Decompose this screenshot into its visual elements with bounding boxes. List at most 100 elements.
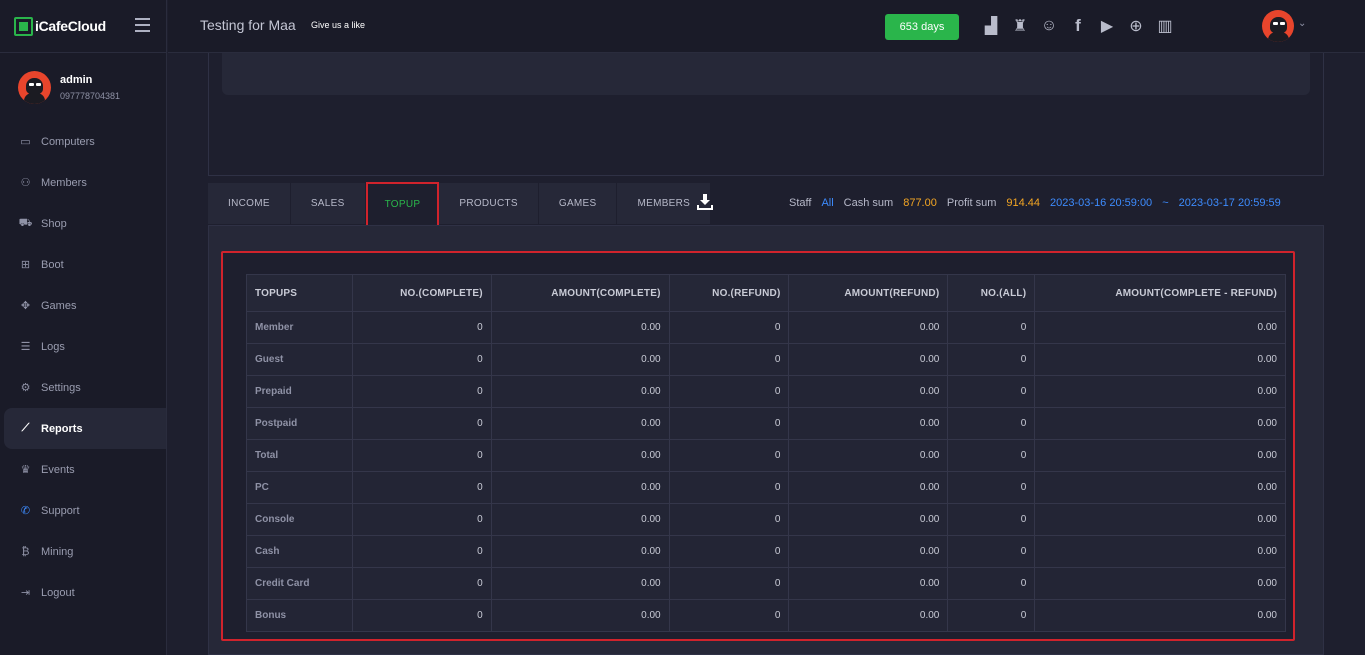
bitcoin-icon: ₿ <box>21 545 30 558</box>
sidebar-item-support[interactable]: ✆ Support <box>0 490 166 531</box>
avatar <box>18 70 51 104</box>
table-cell: 0 <box>351 439 492 472</box>
table-cell: 0 <box>351 503 492 536</box>
date-from[interactable]: 2023-03-16 20:59:00 <box>1050 197 1152 209</box>
date-to[interactable]: 2023-03-17 20:59:59 <box>1179 197 1281 209</box>
report-summary: Staff All Cash sum 877.00 Profit sum 914… <box>789 197 1291 209</box>
row-label: Console <box>246 503 353 536</box>
table-cell: 0.00 <box>788 471 949 504</box>
table-cell: 0 <box>947 535 1036 568</box>
windows-icon: ⊞ <box>20 259 31 271</box>
row-label: Cash <box>246 535 353 568</box>
user-profile: admin 097778704381 <box>0 53 166 121</box>
sidebar-item-mining[interactable]: ₿ Mining <box>0 531 166 572</box>
license-days-button[interactable]: 653 days <box>885 14 959 40</box>
table-cell: 0 <box>947 599 1036 632</box>
table-cell: 0.00 <box>788 439 949 472</box>
download-icon[interactable] <box>697 194 713 210</box>
table-cell: 0 <box>668 567 790 600</box>
sidebar-item-label: Computers <box>41 135 95 148</box>
table-cell: 0 <box>668 439 790 472</box>
sidebar-item-boot[interactable]: ⊞ Boot <box>0 244 166 285</box>
chart-line-icon: ⟋ <box>21 422 30 434</box>
table-cell: 0 <box>947 311 1036 344</box>
row-label: Total <box>246 439 353 472</box>
table-cell: 0 <box>947 503 1036 536</box>
top-avatar[interactable] <box>1262 10 1294 42</box>
table-cell: 0.00 <box>788 311 949 344</box>
table-cell: 0.00 <box>788 407 949 440</box>
table-row: Cash 0 0.00 0 0.00 0 0.00 <box>246 535 1286 568</box>
sidebar-item-logs[interactable]: ☰ Logs <box>0 326 166 367</box>
phone-icon: ✆ <box>20 505 31 517</box>
table-cell: 0 <box>351 471 492 504</box>
table-cell: 0 <box>947 407 1036 440</box>
chart-area <box>222 53 1310 95</box>
table-cell: 0 <box>351 599 492 632</box>
table-cell: 0.00 <box>1034 503 1286 536</box>
staff-filter[interactable]: All <box>821 197 833 209</box>
table-cell: 0.00 <box>788 567 949 600</box>
facebook-icon[interactable]: f <box>1068 16 1088 36</box>
tab-topup[interactable]: TOPUP <box>365 182 440 227</box>
sidebar-item-settings[interactable]: ⚙ Settings <box>0 367 166 408</box>
tab-products[interactable]: PRODUCTS <box>439 183 539 224</box>
table-cell: 0 <box>351 375 492 408</box>
top-bar: Testing for Maa Give us a like 653 days … <box>168 0 1365 53</box>
hamburger-menu-icon[interactable] <box>135 18 150 32</box>
table-cell: 0.00 <box>490 599 670 632</box>
report-tabs: INCOME SALES TOPUP PRODUCTS GAMES MEMBER… <box>208 182 712 227</box>
users-icon: ⚇ <box>20 177 31 189</box>
sidebar-item-shop[interactable]: ⛟ Shop <box>0 203 166 244</box>
give-like-link[interactable]: Give us a like <box>311 20 365 30</box>
sidebar-item-computers[interactable]: ▭ Computers <box>0 121 166 162</box>
table-cell: 0 <box>947 343 1036 376</box>
gear-icon: ⚙ <box>20 382 31 394</box>
row-label: Member <box>246 311 353 344</box>
gamepad-icon: ✥ <box>20 300 31 312</box>
tab-sales[interactable]: SALES <box>290 183 366 224</box>
table-cell: 0.00 <box>1034 535 1286 568</box>
sidebar-item-games[interactable]: ✥ Games <box>0 285 166 326</box>
table-cell: 0.00 <box>490 439 670 472</box>
cafe-name: Testing for Maa <box>200 17 296 33</box>
table-cell: 0 <box>668 343 790 376</box>
sidebar-item-label: Members <box>41 176 87 189</box>
cash-sum-value: 877.00 <box>903 197 937 209</box>
table-cell: 0.00 <box>1034 439 1286 472</box>
leaderboard-icon[interactable]: ▟ <box>981 16 1001 36</box>
table-cell: 0.00 <box>788 375 949 408</box>
globe-icon[interactable]: ⊕ <box>1126 16 1146 36</box>
table-cell: 0.00 <box>490 375 670 408</box>
sidebar-item-reports[interactable]: ⟋ Reports <box>4 408 166 449</box>
sidebar-item-label: Games <box>41 299 77 312</box>
table-cell: 0.00 <box>490 311 670 344</box>
sidebar-item-label: Settings <box>41 381 81 394</box>
profit-sum-value: 914.44 <box>1006 197 1041 209</box>
sidebar-item-label: Shop <box>41 217 67 230</box>
tab-games[interactable]: GAMES <box>538 183 618 224</box>
column-header: AMOUNT(COMPLETE - REFUND) <box>1034 274 1286 312</box>
table-cell: 0.00 <box>490 471 670 504</box>
table-header-row: TOPUPS NO.(COMPLETE) AMOUNT(COMPLETE) NO… <box>246 274 1286 312</box>
list-icon: ☰ <box>20 341 31 353</box>
table-cell: 0 <box>668 535 790 568</box>
discord-icon[interactable]: ☺ <box>1039 16 1059 36</box>
trophy-icon[interactable]: ♜ <box>1010 16 1030 36</box>
table-cell: 0 <box>351 535 492 568</box>
staff-label: Staff <box>789 197 812 209</box>
table-cell: 0.00 <box>490 567 670 600</box>
youtube-icon[interactable]: ▶ <box>1097 16 1117 36</box>
tab-income[interactable]: INCOME <box>208 183 291 224</box>
row-label: Bonus <box>246 599 353 632</box>
book-icon[interactable]: ▥ <box>1155 16 1175 36</box>
sidebar-item-logout[interactable]: ⇥ Logout <box>0 572 166 613</box>
sidebar-item-events[interactable]: ♛ Events <box>0 449 166 490</box>
chevron-down-icon[interactable]: ⌄ <box>1298 18 1306 29</box>
table-cell: 0 <box>668 471 790 504</box>
sidebar-item-members[interactable]: ⚇ Members <box>0 162 166 203</box>
row-label: Prepaid <box>246 375 353 408</box>
table-row: Console 0 0.00 0 0.00 0 0.00 <box>246 503 1286 536</box>
table-cell: 0.00 <box>788 503 949 536</box>
profit-sum-label: Profit sum <box>946 197 997 209</box>
